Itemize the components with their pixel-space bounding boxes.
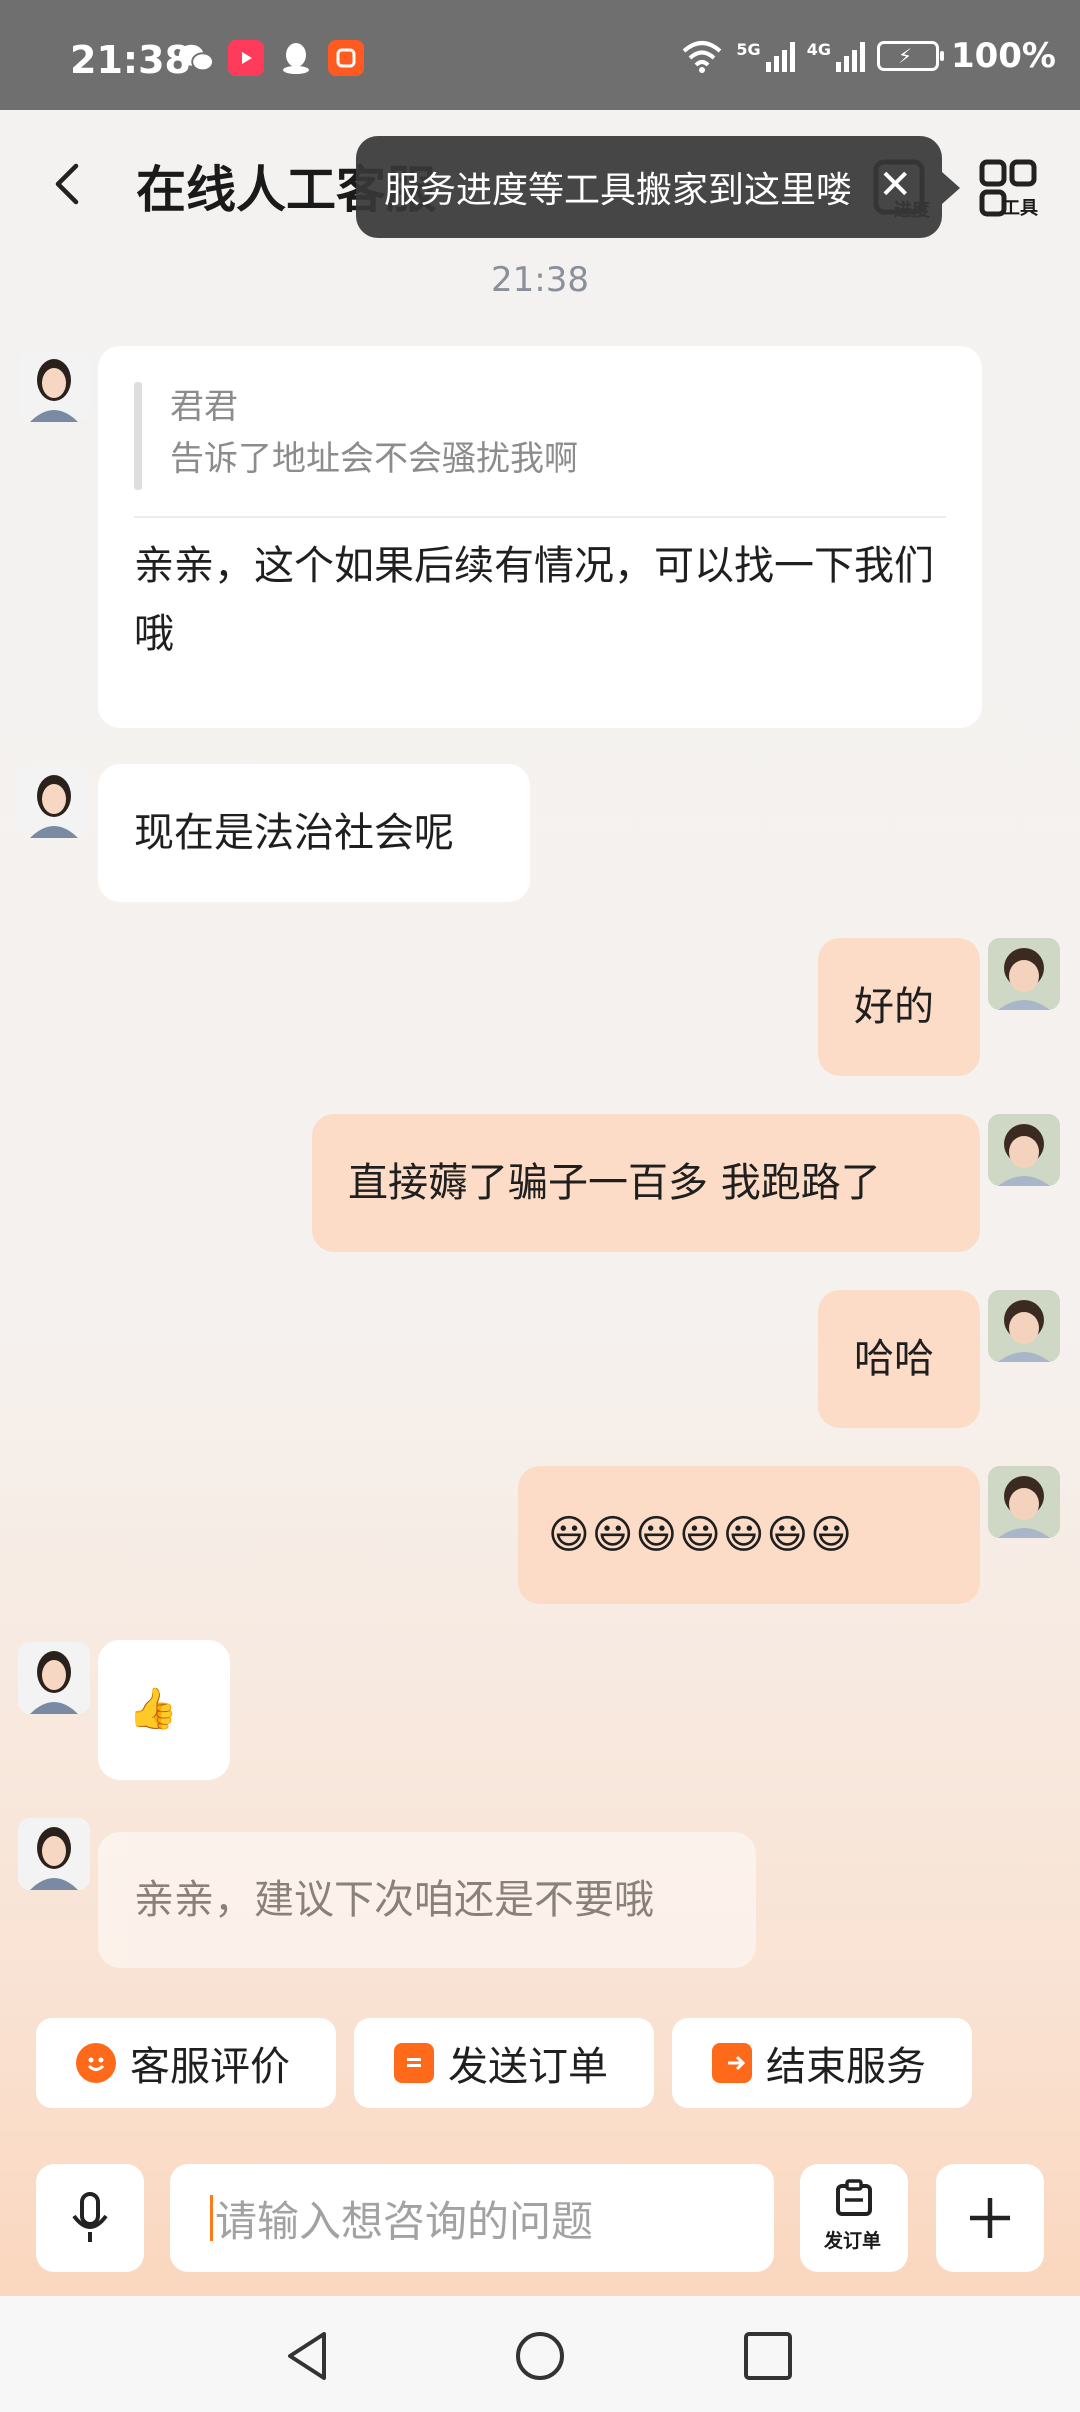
quote-author: 君君 <box>170 387 238 427</box>
exit-icon <box>712 2043 752 2083</box>
message-input[interactable]: 请输入想咨询的问题 <box>170 2164 774 2272</box>
input-placeholder: 请输入想咨询的问题 <box>215 2196 594 2246</box>
close-icon[interactable]: ✕ <box>878 162 912 208</box>
message-bubble-agent-pending[interactable]: 亲亲，建议下次咱还是不要哦 <box>98 1832 756 1968</box>
battery-icon: ⚡ <box>876 41 944 71</box>
user-avatar[interactable] <box>988 938 1060 1010</box>
user-avatar[interactable] <box>988 1114 1060 1186</box>
thumbs-up-icon: 👍 <box>128 1686 178 1732</box>
battery-percent: 100% <box>950 36 1056 76</box>
quick-action-label: 结束服务 <box>766 2044 926 2090</box>
message-bubble-user[interactable]: 好的 <box>818 938 980 1076</box>
user-avatar[interactable] <box>988 1466 1060 1538</box>
more-options-button[interactable] <box>936 2164 1044 2272</box>
text-caret <box>210 2195 213 2241</box>
back-arrow-icon[interactable] <box>44 160 92 208</box>
message-text: 现在是法治社会呢 <box>134 810 454 856</box>
status-right: 5G 4G ⚡ 100% <box>680 36 1056 76</box>
message-bubble-agent-quoted[interactable]: 君君 告诉了地址会不会骚扰我啊 亲亲，这个如果后续有情况，可以找一下我们哦 <box>98 346 982 728</box>
message-bubble-user[interactable]: 哈哈 <box>818 1290 980 1428</box>
smile-icon <box>76 2043 116 2083</box>
message-bubble-agent-emoji[interactable]: 👍 <box>98 1640 230 1780</box>
message-text: 😃😃😃😃😃😃😃 <box>548 1512 854 1558</box>
send-order-icon-button[interactable]: 发订单 <box>800 2164 908 2272</box>
nav-recents-icon[interactable] <box>742 2330 794 2382</box>
quote-text: 告诉了地址会不会骚扰我啊 <box>170 439 578 479</box>
message-text: 直接薅了骗子一百多 我跑路了 <box>348 1160 881 1206</box>
message-text: 亲亲，这个如果后续有情况，可以找一下我们哦 <box>134 543 934 657</box>
system-nav-bar <box>0 2296 1080 2412</box>
message-bubble-user-emoji[interactable]: 😃😃😃😃😃😃😃 <box>518 1466 980 1604</box>
quote-divider <box>134 516 946 518</box>
quick-action-label: 客服评价 <box>130 2044 290 2090</box>
chat-timestamp: 21:38 <box>491 260 589 300</box>
status-time: 21:38 <box>70 38 191 82</box>
tools-label[interactable]: 工具 <box>1002 194 1038 220</box>
agent-avatar[interactable] <box>18 350 90 422</box>
order-label: 发订单 <box>824 2230 882 2252</box>
end-service-button[interactable]: 结束服务 <box>672 2018 972 2108</box>
video-app-icon <box>228 40 264 76</box>
agent-avatar[interactable] <box>18 766 90 838</box>
wifi-icon <box>683 41 722 73</box>
message-text: 亲亲，建议下次咱还是不要哦 <box>134 1877 654 1923</box>
user-avatar[interactable] <box>988 1290 1060 1362</box>
clipboard-icon <box>394 2043 434 2083</box>
message-text: 哈哈 <box>854 1336 934 1382</box>
microphone-icon <box>72 2192 108 2242</box>
tooltip-text: 服务进度等工具搬家到这里喽 <box>384 170 853 211</box>
signal-icon-4g: 4G <box>807 40 865 72</box>
agent-avatar[interactable] <box>18 1642 90 1714</box>
signal-icon-5g: 5G <box>736 40 795 72</box>
message-text: 好的 <box>854 984 934 1030</box>
quick-action-label: 发送订单 <box>448 2044 608 2090</box>
nav-home-icon[interactable] <box>512 2328 568 2384</box>
order-icon <box>836 2179 872 2216</box>
voice-input-button[interactable] <box>36 2164 144 2272</box>
nav-back-icon[interactable] <box>280 2328 336 2384</box>
message-bubble-user[interactable]: 直接薅了骗子一百多 我跑路了 <box>312 1114 980 1252</box>
wechat-icon <box>178 40 214 76</box>
status-bar: 21:38 5G 4G ⚡ 100% <box>0 0 1080 110</box>
rate-service-button[interactable]: 客服评价 <box>36 2018 336 2108</box>
quote-bar <box>134 382 142 490</box>
agent-avatar[interactable] <box>18 1818 90 1890</box>
shopping-app-icon <box>328 40 364 76</box>
notification-icons <box>178 40 364 76</box>
send-order-button[interactable]: 发送订单 <box>354 2018 654 2108</box>
tools-moved-tooltip: 服务进度等工具搬家到这里喽 ✕ <box>356 136 960 238</box>
qq-icon <box>278 40 314 76</box>
plus-icon <box>970 2198 1010 2238</box>
message-bubble-agent[interactable]: 现在是法治社会呢 <box>98 764 530 902</box>
